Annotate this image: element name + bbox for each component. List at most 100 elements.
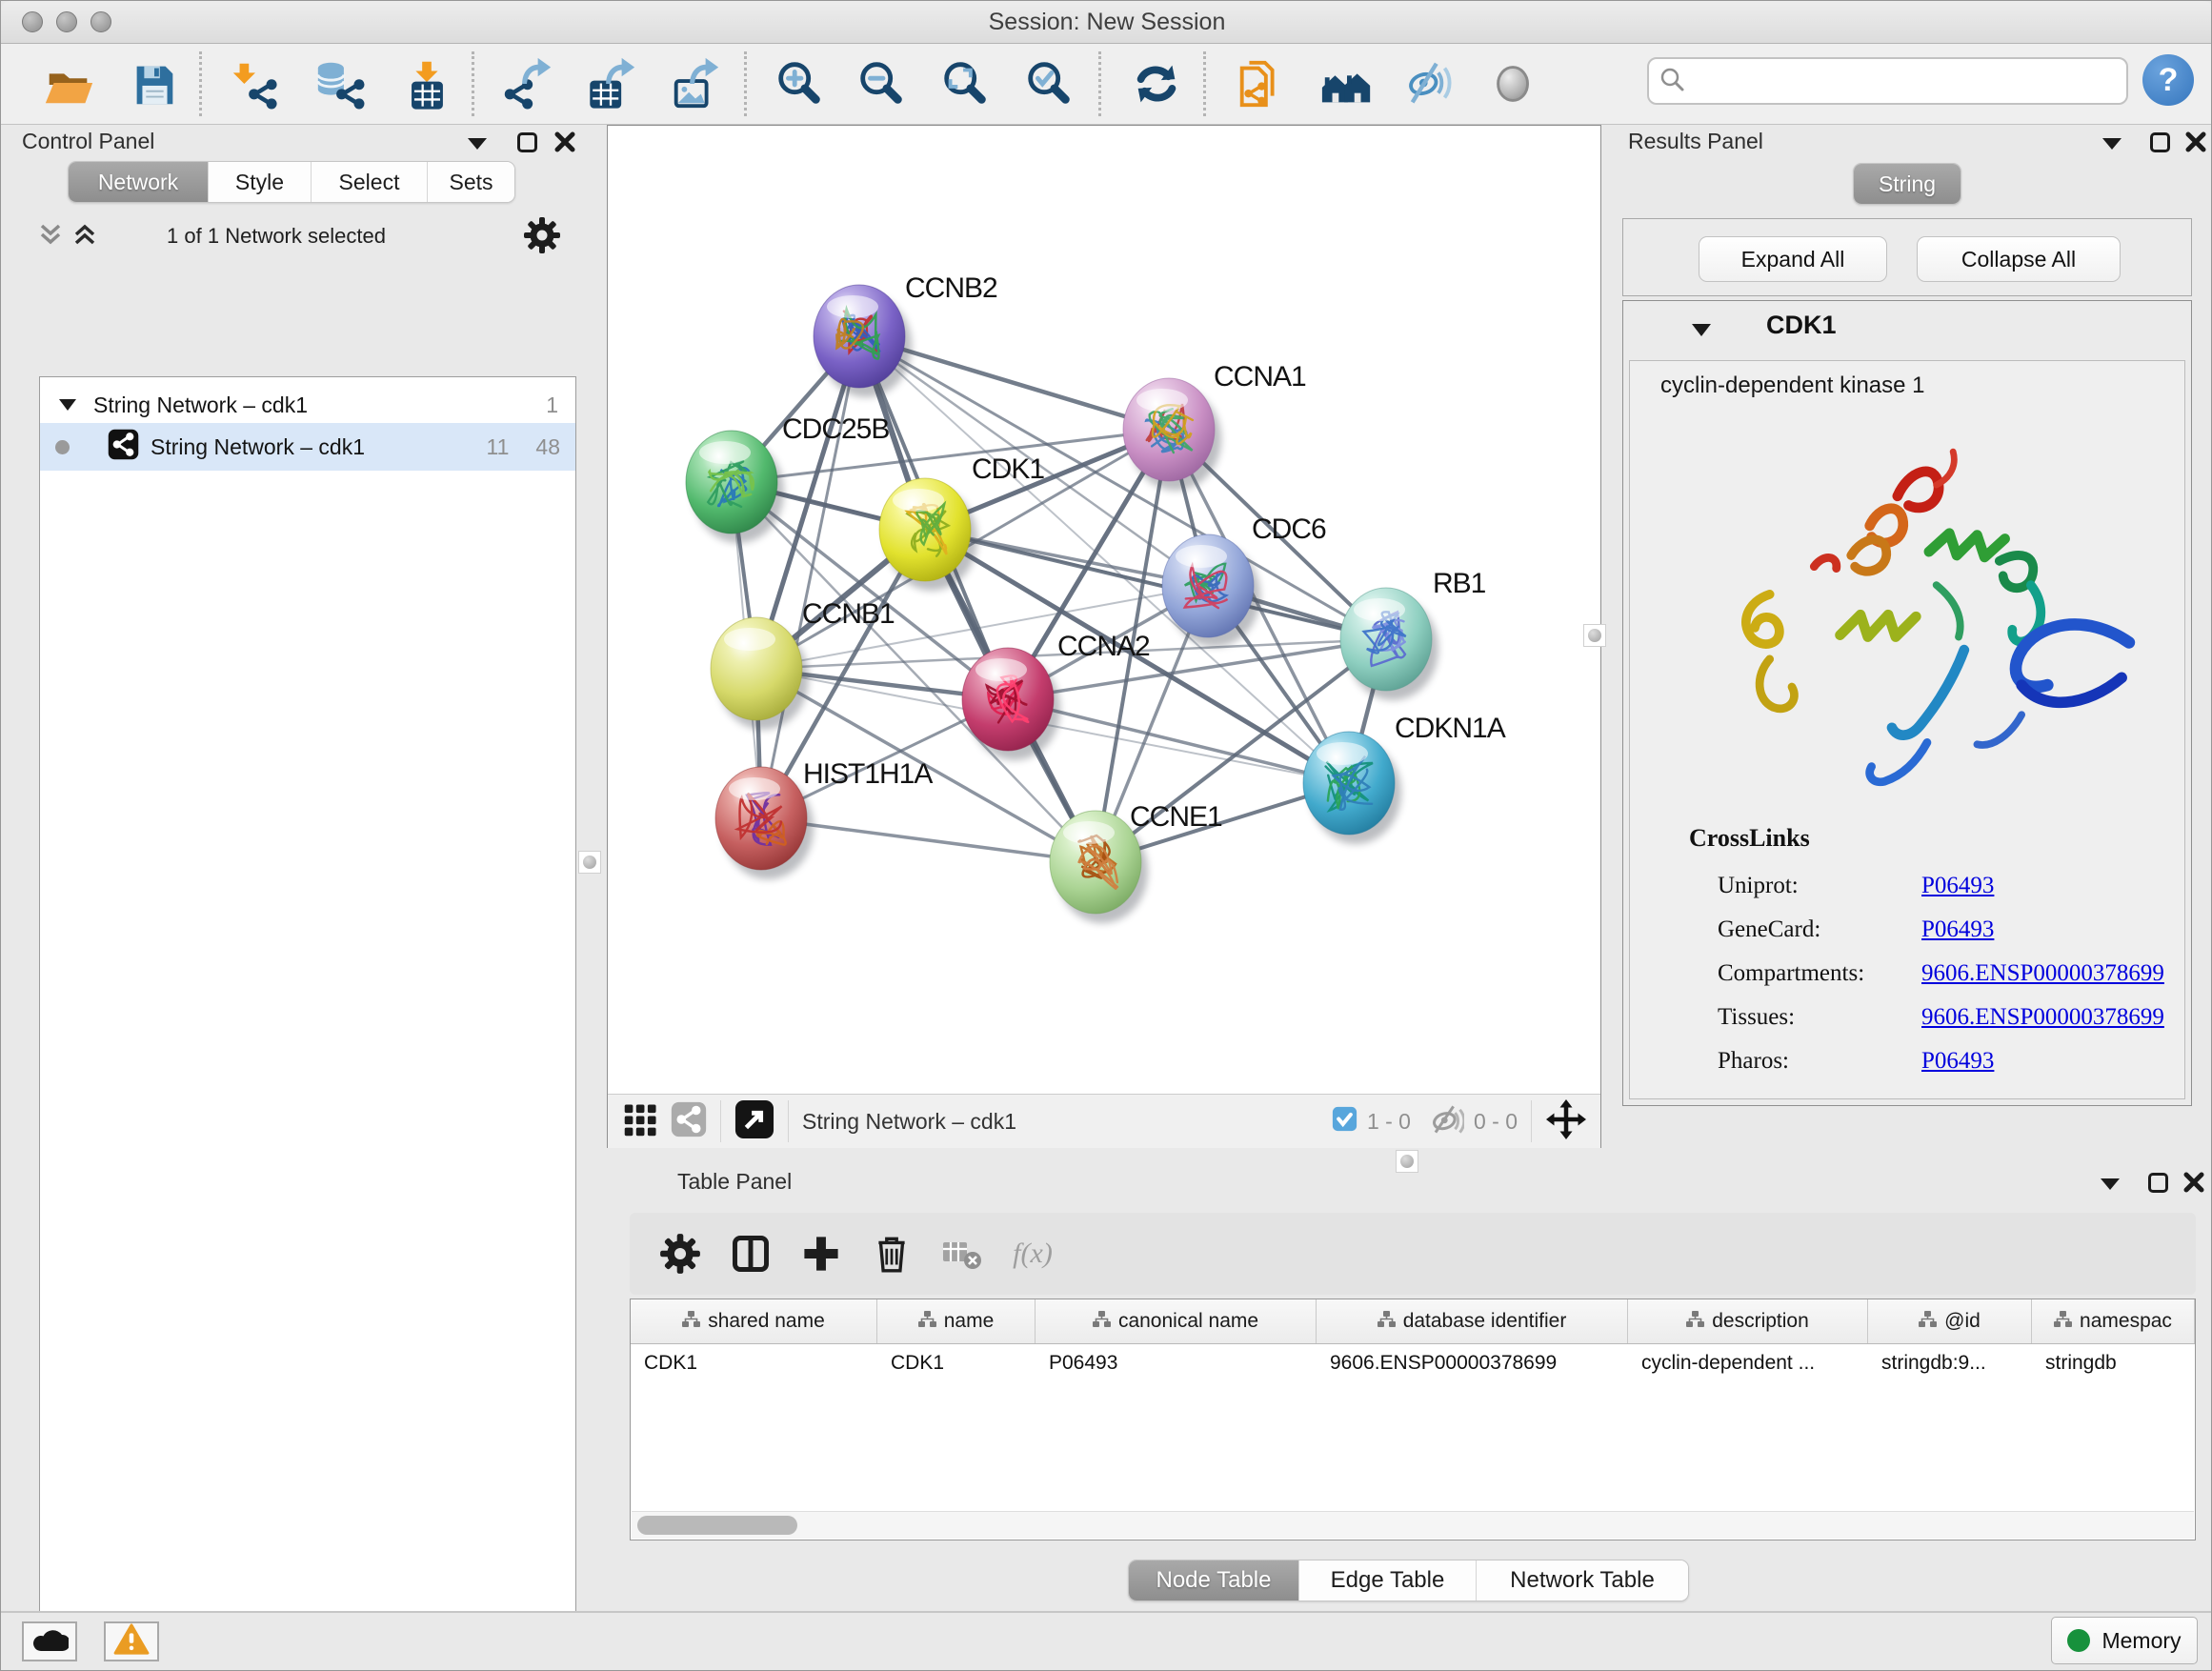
column-header-namespac[interactable]: namespac [2032,1299,2195,1343]
tab-select[interactable]: Select [311,162,427,202]
column-type-icon [1686,1310,1704,1333]
results-panel: Results Panel String Expand All Collapse… [1620,125,2203,1148]
result-description: cyclin-dependent kinase 1 [1660,372,1925,399]
tab-edge-table[interactable]: Edge Table [1298,1560,1476,1601]
zoom-selected-icon[interactable] [1020,53,1079,114]
warning-icon [113,1623,150,1661]
share-network-gray-icon[interactable] [671,1101,707,1142]
results-panel-title: Results Panel [1628,129,1763,154]
export-network-icon[interactable] [498,53,557,114]
results-panel-float-icon[interactable] [2150,132,2170,152]
cloud-status-button[interactable] [22,1621,77,1661]
column-header-shared-name[interactable]: shared name [631,1299,877,1343]
help-icon[interactable]: ? [2142,54,2194,106]
column-header-name[interactable]: name [877,1299,1036,1343]
control-panel-close-icon[interactable] [553,131,576,158]
column-header-description[interactable]: description [1628,1299,1868,1343]
result-expander-icon[interactable] [1690,322,1713,343]
network-background[interactable] [608,126,1600,1094]
import-database-icon[interactable] [312,53,371,114]
zoom-fit-icon[interactable] [936,53,995,114]
scrollbar-thumb[interactable] [637,1516,797,1535]
current-network-dot-icon [55,440,70,454]
results-panel-close-icon[interactable] [2184,131,2207,158]
right-splitter-handle[interactable] [1583,624,1606,647]
save-session-icon[interactable] [125,53,184,114]
column-header-database-identifier[interactable]: database identifier [1317,1299,1628,1343]
tab-sets[interactable]: Sets [427,162,514,202]
toolbar-separator [1203,51,1206,116]
tab-network-table[interactable]: Network Table [1476,1560,1688,1601]
table-panel-menu-icon[interactable] [2101,1178,2120,1190]
expand-collapse-bar: Expand All Collapse All [1622,218,2192,296]
memory-button[interactable]: Memory [2051,1617,2198,1664]
collapse-all-chevron-icon[interactable] [37,222,64,252]
export-table-icon[interactable] [582,53,641,114]
table-row[interactable]: CDK1CDK1P064939606.ENSP00000378699cyclin… [631,1343,2195,1383]
network-options-gear-icon[interactable] [523,216,561,259]
crosslink-link[interactable]: P06493 [1921,1048,1994,1075]
crosslink-row: GeneCard:P06493 [1718,908,2165,952]
fit-content-crosshair-icon[interactable] [1545,1098,1587,1145]
table-settings-gear-icon[interactable] [645,1225,715,1282]
expand-all-chevron-icon[interactable] [71,222,98,252]
column-header--id[interactable]: @id [1868,1299,2032,1343]
crosslink-link[interactable]: 9606.ENSP00000378699 [1921,960,2164,987]
warning-status-button[interactable] [104,1621,159,1661]
node-table: shared name name canonical namedatabase id… [630,1299,2196,1540]
search-input[interactable] [1695,68,2126,94]
zoom-out-icon[interactable] [853,53,912,114]
table-panel-float-icon[interactable] [2148,1173,2168,1193]
crosslink-link[interactable]: P06493 [1921,916,1994,943]
zoom-in-icon[interactable] [771,53,830,114]
crosslink-row: Compartments:9606.ENSP00000378699 [1718,952,2165,996]
import-table-icon[interactable] [397,53,456,114]
network-collection-row[interactable]: String Network – cdk1 1 [40,383,575,427]
tab-node-table[interactable]: Node Table [1129,1560,1298,1601]
crosslink-link[interactable]: P06493 [1921,873,1994,899]
refresh-icon[interactable] [1127,53,1186,114]
function-builder-icon[interactable]: f(x) [997,1225,1068,1282]
string-home-icon[interactable] [1317,53,1377,114]
search-box[interactable] [1647,57,2128,105]
expand-all-button[interactable]: Expand All [1699,236,1887,282]
open-in-window-icon[interactable] [734,1099,774,1144]
left-splitter-handle[interactable] [578,851,601,874]
add-column-icon[interactable] [786,1225,856,1282]
export-image-icon[interactable] [666,53,725,114]
network-row-selected[interactable]: String Network – cdk1 11 48 [40,423,575,471]
column-label: name [944,1310,995,1333]
hidden-eye-icon[interactable] [1428,1103,1464,1140]
open-file-icon[interactable] [39,53,98,114]
birdseye-grid-icon[interactable] [623,1101,659,1142]
network-canvas[interactable]: CCNB2CCNA1CDC25BCDK1CDC6RB1CCNB1CCNA2CDK… [608,126,1600,1094]
delete-column-icon[interactable] [856,1225,927,1282]
delete-table-icon[interactable] [927,1225,997,1282]
selected-checkbox-icon[interactable] [1332,1106,1357,1137]
column-header-canonical-name[interactable]: canonical name [1036,1299,1317,1343]
table-panel-close-icon[interactable] [2182,1171,2205,1198]
result-node-name: CDK1 [1766,311,1837,340]
column-label: description [1712,1310,1809,1333]
table-cell: stringdb:9... [1868,1343,2032,1383]
column-type-icon [1093,1310,1111,1333]
tab-style[interactable]: Style [208,162,311,202]
import-network-icon[interactable] [226,53,285,114]
string-network-icon [108,429,139,466]
show-columns-icon[interactable] [715,1225,786,1282]
tab-string[interactable]: String [1854,164,1961,204]
control-panel-menu-icon[interactable] [468,138,487,150]
table-horizontal-scrollbar[interactable] [632,1511,2194,1539]
tab-network[interactable]: Network [69,162,208,202]
collapse-all-button[interactable]: Collapse All [1917,236,2121,282]
eye-icon[interactable] [1485,53,1544,114]
crosslinks-title: CrossLinks [1689,824,1810,853]
tree-expander-icon[interactable] [57,393,78,418]
hide-unhide-icon[interactable] [1401,53,1460,114]
crosslinks-list: Uniprot:P06493GeneCard:P06493Compartment… [1718,864,2165,1083]
results-panel-menu-icon[interactable] [2102,138,2122,150]
control-panel-float-icon[interactable] [517,132,537,152]
collection-label: String Network – cdk1 [93,393,308,418]
share-document-icon[interactable] [1232,53,1291,114]
crosslink-link[interactable]: 9606.ENSP00000378699 [1921,1004,2164,1031]
